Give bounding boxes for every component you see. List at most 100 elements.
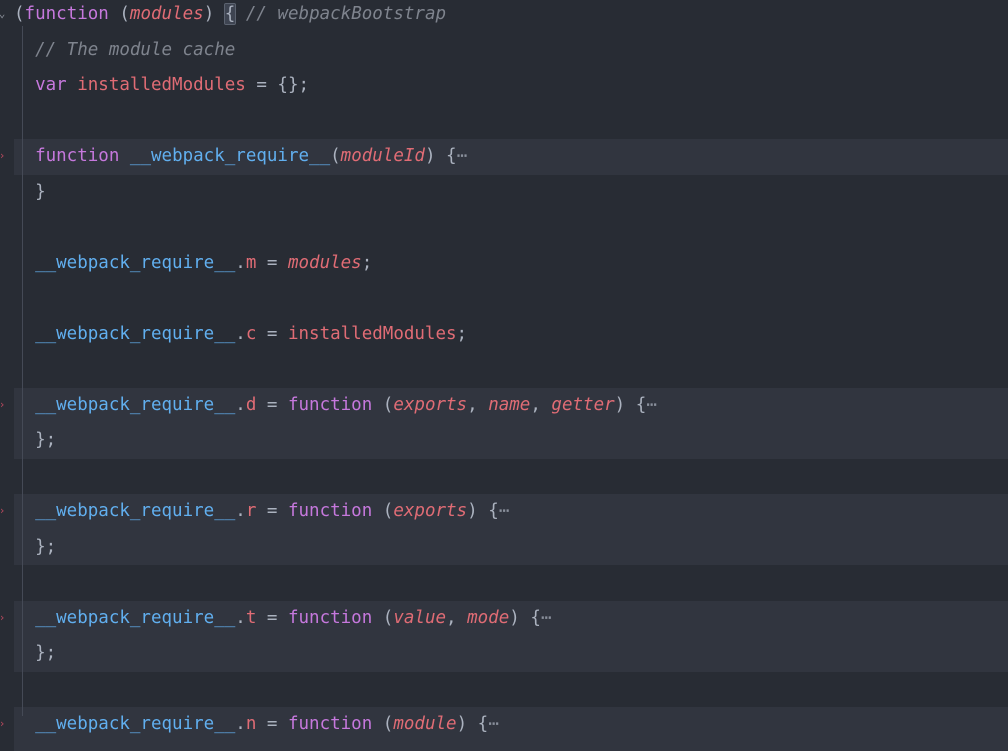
code-token: , [467,394,489,415]
code-token: m [245,252,257,273]
code-token: . [235,394,246,415]
code-line[interactable]: function __webpack_require__(moduleId) {… [0,139,1008,175]
code-token: ) [614,394,636,415]
code-token: installedModules [77,75,246,95]
code-line[interactable]: (function (modules) { // webpackBootstra… [0,0,1008,33]
code-token: __webpack_require__ [35,252,236,273]
code-token: getter [551,394,615,415]
code-token: exports [393,501,468,521]
code-token: n [245,714,257,734]
code-token: mode [467,607,510,628]
code-token: ( [330,146,341,166]
code-line[interactable]: }; [0,742,1008,751]
code-token: function [287,394,373,415]
code-line[interactable] [0,352,1008,388]
code-line[interactable]: // The module cache [0,33,1008,69]
code-token: d [245,394,257,415]
code-token: { [635,394,647,415]
code-token: ( [372,501,394,521]
code-line[interactable]: __webpack_require__.t = function (value,… [0,600,1008,636]
code-line[interactable] [0,459,1008,495]
folded-region-placeholder: ⋯ [540,607,553,628]
code-line[interactable]: var installedModules = {}; [0,68,1008,104]
indent-guide [22,26,23,716]
code-token: __webpack_require__ [35,714,236,734]
code-token: function [287,714,373,734]
code-line[interactable] [0,104,1008,140]
code-token: __webpack_require__ [35,394,236,415]
code-token: { [530,607,541,628]
code-token: . [235,323,246,344]
code-line[interactable] [0,672,1008,708]
code-line[interactable]: } [0,175,1008,211]
code-line[interactable]: }; [0,636,1008,672]
code-token: // The module cache [35,39,236,60]
code-token: function [287,501,373,521]
code-editor[interactable]: (function (modules) { // webpackBootstra… [0,0,1008,751]
code-token: name [488,394,531,415]
folded-region-placeholder: ⋯ [646,394,658,415]
code-token: ; [361,252,373,273]
code-token: }; [14,430,57,450]
code-token: , [530,394,552,415]
code-line[interactable]: __webpack_require__.c = installedModules… [0,317,1008,353]
bracket-match-highlight: { [223,3,237,25]
code-token: ) [456,714,478,734]
code-token: __webpack_require__ [35,607,236,628]
code-line[interactable]: __webpack_require__.d = function (export… [0,387,1008,423]
folded-region-placeholder: ⋯ [456,146,469,166]
code-token: ( [372,714,394,734]
code-token: function [35,146,120,166]
code-token: . [235,607,246,628]
code-token: ) [424,146,447,166]
code-token: modules [287,252,362,273]
code-token: { [446,146,457,166]
code-token: var [35,75,67,95]
code-token: ( [14,4,25,24]
code-token: r [245,501,257,521]
code-token: ) [203,4,225,24]
code-token: = [245,75,278,95]
code-line[interactable]: __webpack_require__.n = function (module… [0,707,1008,743]
code-token: ) [467,501,489,521]
code-token: installedModules [287,323,457,344]
code-token: moduleId [340,146,425,166]
code-line[interactable] [0,210,1008,246]
code-token: c [245,323,257,344]
code-token: function [287,607,373,628]
code-token: . [235,501,246,521]
code-token: __webpack_require__ [129,146,331,166]
code-token: module [393,714,457,734]
code-token: } [14,181,46,202]
folded-region-placeholder: ⋯ [488,714,500,734]
code-token: value [393,607,447,628]
code-line[interactable]: }; [0,423,1008,459]
code-token: . [235,714,246,734]
code-token: = [256,607,288,628]
code-token: = [256,252,288,273]
code-line[interactable] [0,281,1008,317]
folded-region-placeholder: ⋯ [498,501,511,521]
code-line[interactable]: }; [0,529,1008,565]
code-line[interactable]: __webpack_require__.r = function (export… [0,494,1008,530]
code-token: . [235,252,246,273]
code-token: // webpackBootstrap [245,4,447,24]
code-token: = [256,714,288,734]
code-token: ( [372,607,394,628]
code-token: __webpack_require__ [35,501,236,521]
code-line[interactable]: __webpack_require__.m = modules; [0,246,1008,282]
code-line[interactable] [0,565,1008,601]
code-token: exports [393,394,468,415]
code-token: = [256,501,288,521]
code-token: modules [129,4,204,24]
